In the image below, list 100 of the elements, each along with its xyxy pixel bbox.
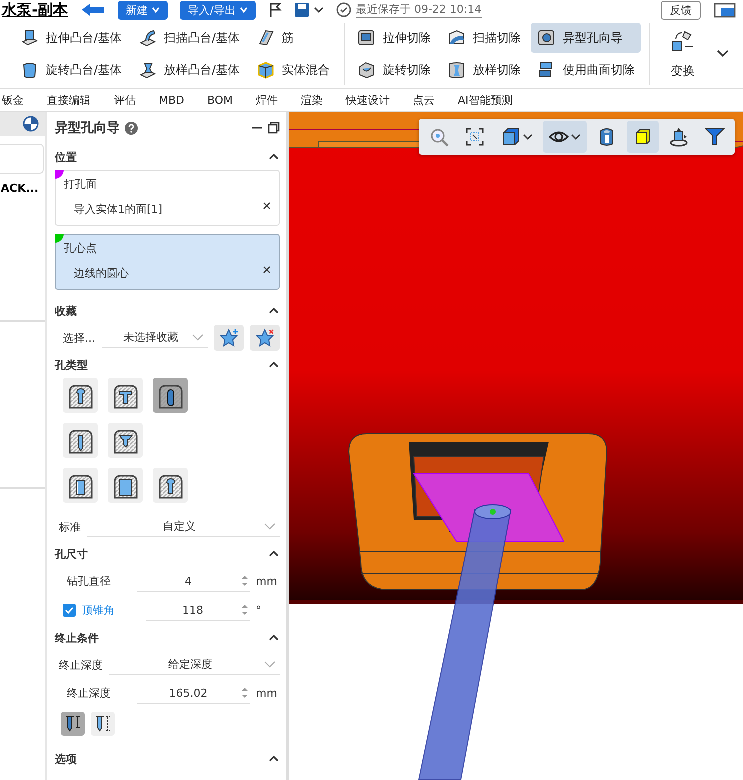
restore-icon[interactable]: [268, 122, 280, 134]
selection-box[interactable]: 打孔面 导入实体1的面[1]: [55, 170, 280, 226]
selection-label: 打孔面: [64, 177, 98, 192]
collapse-icon[interactable]: [268, 633, 280, 643]
document-title: 水泵-副本: [2, 0, 68, 20]
ribbon-tab[interactable]: 钣金: [2, 92, 24, 108]
caret-icon[interactable]: [314, 6, 324, 14]
caret-icon: [192, 334, 204, 342]
ribbon-tool[interactable]: 旋转凸台/基体: [14, 55, 128, 85]
hole-type-button[interactable]: [108, 378, 143, 413]
save-status: 最近保存于 09-22 10:14: [356, 2, 482, 18]
spinner-icon[interactable]: [240, 573, 250, 589]
caret-icon: [264, 522, 276, 530]
caret-icon: [152, 6, 160, 14]
add-favorite-button[interactable]: [214, 325, 244, 351]
ribbon-tool[interactable]: 使用曲面切除: [531, 55, 642, 85]
ribbon-tab[interactable]: 渲染: [301, 92, 324, 108]
back-arrow-icon[interactable]: [80, 2, 106, 18]
section-title: 收藏: [55, 304, 77, 318]
field-label: 终止深度: [58, 658, 103, 672]
view-cube-icon[interactable]: [23, 116, 39, 132]
remove-favorite-button[interactable]: [250, 325, 280, 351]
help-icon[interactable]: [125, 122, 138, 134]
feedback-button[interactable]: 反馈: [661, 0, 701, 20]
ribbon-tab[interactable]: 评估: [114, 92, 136, 108]
ribbon-tool[interactable]: 扫描切除: [441, 23, 528, 53]
checkbox[interactable]: [63, 604, 76, 617]
menu-button[interactable]: 新建: [118, 0, 168, 20]
star-icon: [219, 328, 239, 348]
caret-icon: [240, 6, 248, 14]
tool-icon: [20, 28, 40, 48]
spinner-icon[interactable]: [240, 685, 250, 701]
ribbon-tool[interactable]: 放样切除: [441, 55, 528, 85]
section-title: 位置: [55, 150, 77, 164]
spinner-icon[interactable]: [240, 602, 250, 618]
selection-box[interactable]: 孔心点 边线的圆心: [55, 234, 280, 290]
tool-icon: [537, 28, 558, 48]
end-type-button[interactable]: [61, 712, 85, 736]
tree-item[interactable]: ACK...: [1, 182, 45, 195]
chevron-icon[interactable]: [716, 49, 730, 59]
number-field[interactable]: 165.02: [137, 683, 250, 704]
end-type-icon: [63, 714, 83, 734]
ribbon-tab[interactable]: 快速设计: [346, 92, 390, 108]
collapse-icon[interactable]: [268, 360, 280, 370]
hole-center-marker: [490, 509, 496, 515]
field-label: 标准: [58, 520, 81, 534]
end-type-button[interactable]: [91, 712, 115, 736]
hole-type-button[interactable]: [63, 468, 98, 503]
view-tool-button[interactable]: [627, 121, 659, 153]
ribbon-tab[interactable]: AI智能预测: [458, 92, 513, 108]
favorites-dropdown[interactable]: 未选择收藏: [102, 328, 208, 348]
number-field[interactable]: 4: [137, 571, 250, 592]
ribbon-tool[interactable]: 旋转切除: [351, 55, 438, 85]
ribbon-tool[interactable]: 实体混合: [250, 55, 336, 85]
transform-button[interactable]: 变换: [656, 24, 710, 84]
ribbon-tool[interactable]: 放样凸台/基体: [132, 55, 246, 85]
view-tool-button[interactable]: [543, 121, 587, 153]
collapse-icon[interactable]: [268, 152, 280, 162]
ribbon-tab[interactable]: BOM: [208, 94, 234, 106]
ribbon-tool[interactable]: 拉伸切除: [351, 23, 438, 53]
section-title: 孔尺寸: [55, 546, 88, 562]
search-field[interactable]: [0, 144, 44, 174]
collapse-icon[interactable]: [268, 549, 280, 559]
field-label: 钻孔直径: [66, 574, 112, 589]
ribbon-tool[interactable]: 拉伸凸台/基体: [14, 23, 128, 53]
dropdown-field[interactable]: 自定义: [87, 517, 280, 537]
unit-label: mm: [256, 687, 278, 700]
panel-title: 异型孔向导: [55, 120, 120, 137]
hole-type-button[interactable]: [63, 378, 98, 413]
save-icon[interactable]: [294, 2, 310, 18]
section-title: 孔类型: [55, 358, 88, 372]
clear-icon[interactable]: [263, 266, 271, 274]
ribbon-tab[interactable]: 焊件: [256, 92, 278, 108]
hole-type-button[interactable]: [63, 423, 98, 458]
hole-type-button[interactable]: [108, 468, 143, 503]
ribbon-tab[interactable]: MBD: [159, 94, 185, 106]
hole-preview-drawing: [474, 504, 512, 520]
selection-label: 孔心点: [64, 241, 98, 256]
check-icon: [65, 606, 74, 615]
cube-icon: [501, 127, 521, 147]
check-circle-icon: [336, 2, 352, 18]
ribbon-tab[interactable]: 点云: [413, 92, 436, 108]
collapse-icon[interactable]: [268, 754, 280, 764]
tool-icon: [138, 28, 158, 48]
number-field[interactable]: 118: [146, 600, 250, 621]
clear-icon[interactable]: [263, 202, 271, 210]
dropdown-field[interactable]: 给定深度: [109, 655, 280, 675]
ribbon-tool[interactable]: 扫描凸台/基体: [132, 23, 246, 53]
ribbon-tool[interactable]: 筋: [250, 23, 336, 53]
collapse-icon[interactable]: [268, 306, 280, 316]
ribbon-tool[interactable]: 异型孔向导: [531, 23, 642, 53]
field-label: 顶锥角: [82, 603, 116, 618]
hole-type-button[interactable]: [153, 378, 188, 413]
caret-icon: [264, 660, 276, 668]
hole-type-button[interactable]: [108, 423, 143, 458]
hole-type-button[interactable]: [153, 468, 188, 503]
flag-icon[interactable]: [268, 2, 282, 18]
menu-button[interactable]: 导入/导出: [180, 0, 256, 20]
ribbon-tab[interactable]: 直接编辑: [47, 92, 91, 108]
window-icon[interactable]: [713, 2, 737, 18]
